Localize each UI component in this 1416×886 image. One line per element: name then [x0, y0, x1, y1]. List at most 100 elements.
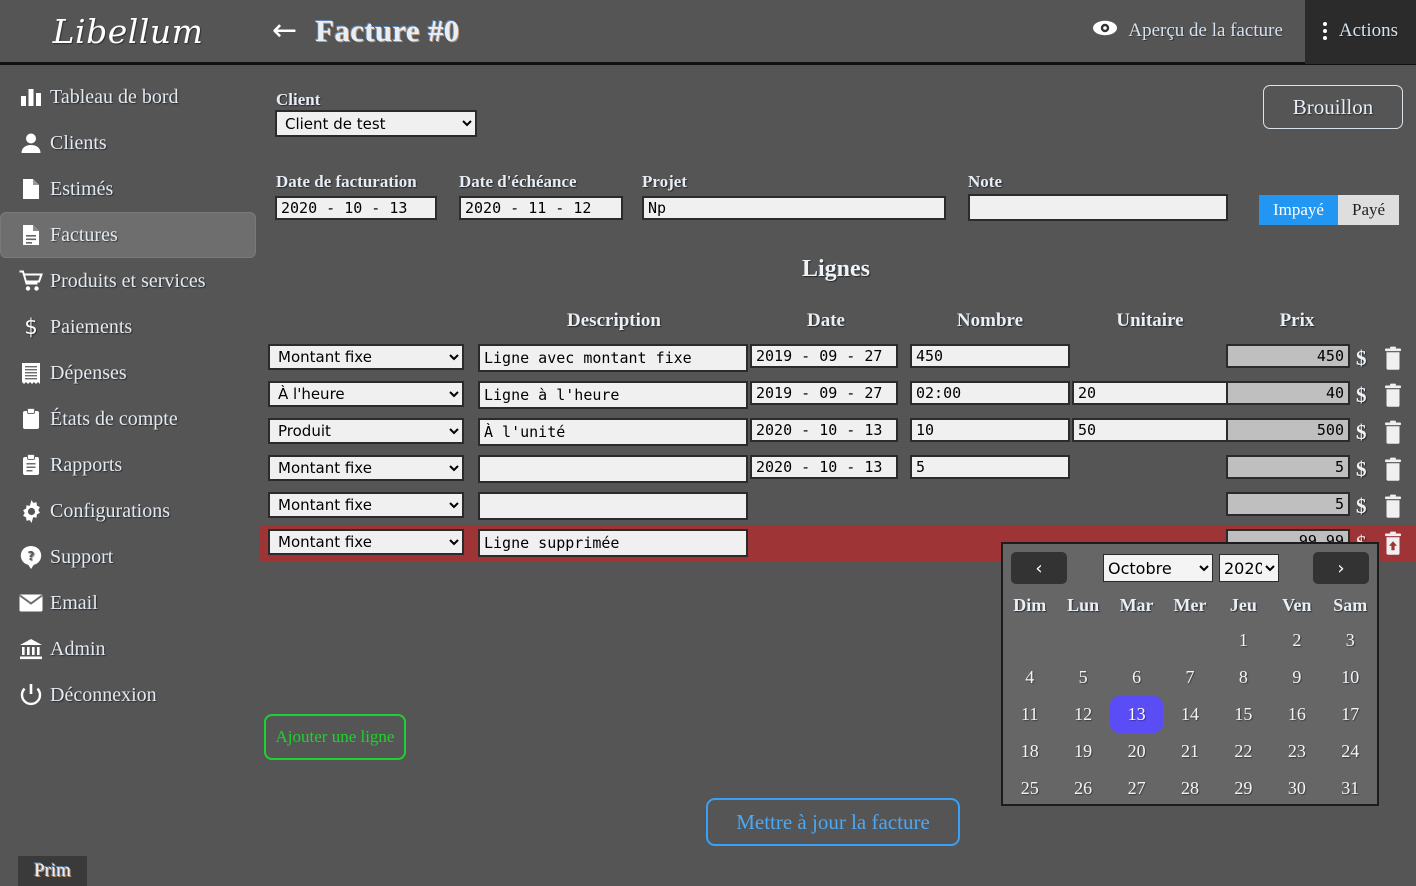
sidebar-item-paiements[interactable]: $Paiements [0, 304, 256, 350]
line-quantity-input[interactable] [910, 418, 1070, 442]
delete-line-icon[interactable] [1380, 457, 1406, 483]
line-date-input[interactable] [750, 381, 898, 405]
day-cell[interactable]: 7 [1163, 659, 1216, 696]
sidebar-item-label: Clients [50, 132, 107, 155]
due-date-input[interactable] [459, 196, 623, 220]
day-cell[interactable]: 22 [1217, 733, 1270, 770]
note-textarea[interactable] [968, 194, 1228, 221]
actions-button[interactable]: Actions [1305, 0, 1416, 64]
day-cell[interactable]: 11 [1003, 696, 1056, 733]
line-quantity-input[interactable] [910, 455, 1070, 479]
top-bar: Libellum ← Facture #0 Aperçu de la factu… [0, 0, 1416, 65]
preview-invoice-button[interactable]: Aperçu de la facture [1078, 0, 1305, 64]
day-name-row: DimLunMarMerJeuVenSam [1003, 592, 1377, 622]
line-unit-price-input[interactable] [1072, 418, 1232, 442]
sidebar-item-rapports[interactable]: Rapports [0, 442, 256, 488]
day-cell[interactable]: 17 [1324, 696, 1377, 733]
day-cell[interactable]: 12 [1056, 696, 1109, 733]
day-cell[interactable]: 19 [1056, 733, 1109, 770]
month-select[interactable]: JanvierFévrierMarsAvrilMaiJuinJuilletAoû… [1103, 554, 1213, 582]
sidebar-item-estim-s[interactable]: Estimés [0, 166, 256, 212]
day-cell[interactable]: 23 [1270, 733, 1323, 770]
sidebar-item-tats-de-compte[interactable]: États de compte [0, 396, 256, 442]
line-date-input[interactable] [750, 455, 898, 479]
day-cell[interactable]: 27 [1110, 770, 1163, 807]
day-cell[interactable]: 24 [1324, 733, 1377, 770]
line-type-select[interactable]: Montant fixeÀ l'heureProduit [268, 381, 464, 407]
delete-line-icon[interactable] [1380, 346, 1406, 372]
line-description-input[interactable]: À l'unité [478, 418, 748, 446]
day-cell[interactable]: 16 [1270, 696, 1323, 733]
due-date-label: Date d'échéance [459, 172, 577, 192]
delete-line-icon[interactable] [1380, 420, 1406, 446]
day-cell[interactable]: 6 [1110, 659, 1163, 696]
client-select[interactable]: Client de test [275, 110, 477, 137]
sidebar-item-admin[interactable]: Admin [0, 626, 256, 672]
year-select[interactable]: 20182019202020212022 [1219, 554, 1279, 582]
delete-line-icon[interactable] [1380, 383, 1406, 409]
day-cell[interactable]: 8 [1217, 659, 1270, 696]
sidebar-item-configurations[interactable]: Configurations [0, 488, 256, 534]
paid-toggle-button[interactable]: Payé [1338, 195, 1399, 225]
sidebar-item-clients[interactable]: Clients [0, 120, 256, 166]
day-cell[interactable]: 15 [1217, 696, 1270, 733]
sidebar-item-label: Support [50, 546, 113, 569]
line-type-select[interactable]: Montant fixeÀ l'heureProduit [268, 418, 464, 444]
day-cell[interactable]: 30 [1270, 770, 1323, 807]
line-description-input[interactable]: Ligne avec montant fixe [478, 344, 748, 372]
sidebar-item-tableau-de-bord[interactable]: Tableau de bord [0, 74, 256, 120]
line-type-select[interactable]: Montant fixeÀ l'heureProduit [268, 529, 464, 555]
line-description-input[interactable]: Ligne à l'heure [478, 381, 748, 409]
day-cell[interactable]: 9 [1270, 659, 1323, 696]
line-type-select[interactable]: Montant fixeÀ l'heureProduit [268, 492, 464, 518]
day-cell[interactable]: 26 [1056, 770, 1109, 807]
sidebar-item-email[interactable]: Email [0, 580, 256, 626]
invoice-date-input[interactable] [275, 196, 437, 220]
add-line-button[interactable]: Ajouter une ligne [264, 714, 406, 760]
sidebar-item-d-connexion[interactable]: Déconnexion [0, 672, 256, 718]
prim-button[interactable]: Prim [18, 856, 87, 886]
sidebar-item-d-penses[interactable]: Dépenses [0, 350, 256, 396]
day-cell[interactable]: 28 [1163, 770, 1216, 807]
day-cell[interactable]: 2 [1270, 622, 1323, 659]
day-cell[interactable]: 20 [1110, 733, 1163, 770]
sidebar-item-produits-et-services[interactable]: Produits et services [0, 258, 256, 304]
back-arrow-icon[interactable]: ← [272, 16, 297, 46]
delete-line-icon[interactable] [1380, 494, 1406, 520]
day-cell[interactable]: 5 [1056, 659, 1109, 696]
line-quantity-input[interactable] [910, 344, 1070, 368]
report-icon [14, 454, 48, 476]
line-description-input[interactable] [478, 455, 748, 483]
line-type-select[interactable]: Montant fixeÀ l'heureProduit [268, 455, 464, 481]
day-cell[interactable]: 21 [1163, 733, 1216, 770]
day-cell[interactable]: 1 [1217, 622, 1270, 659]
day-cell[interactable]: 10 [1324, 659, 1377, 696]
line-description-input[interactable] [478, 492, 748, 520]
update-invoice-button[interactable]: Mettre à jour la facture [706, 798, 960, 846]
next-month-button[interactable]: › [1313, 552, 1369, 584]
line-price-value [1226, 455, 1350, 479]
day-cell[interactable]: 14 [1163, 696, 1216, 733]
sidebar-item-support[interactable]: ?Support [0, 534, 256, 580]
status-draft-button[interactable]: Brouillon [1263, 85, 1403, 129]
currency-symbol: $ [1356, 494, 1367, 519]
day-cell[interactable]: 31 [1324, 770, 1377, 807]
day-cell[interactable]: 25 [1003, 770, 1056, 807]
unpaid-toggle-button[interactable]: Impayé [1259, 195, 1338, 225]
day-cell[interactable]: 4 [1003, 659, 1056, 696]
day-cell[interactable]: 29 [1217, 770, 1270, 807]
line-quantity-input[interactable] [910, 381, 1070, 405]
line-date-input[interactable] [750, 418, 898, 442]
line-date-input[interactable] [750, 344, 898, 368]
line-type-select[interactable]: Montant fixeÀ l'heureProduit [268, 344, 464, 370]
day-cell[interactable]: 18 [1003, 733, 1056, 770]
column-header-date: Date [754, 310, 898, 332]
day-cell[interactable]: 3 [1324, 622, 1377, 659]
line-description-input[interactable]: Ligne supprimée [478, 529, 748, 557]
sidebar-item-factures[interactable]: Factures [0, 212, 256, 258]
project-input[interactable] [642, 196, 946, 220]
prev-month-button[interactable]: ‹ [1011, 552, 1067, 584]
restore-line-icon[interactable] [1380, 531, 1406, 557]
day-cell-selected[interactable]: 13 [1110, 696, 1163, 733]
line-unit-price-input[interactable] [1072, 381, 1232, 405]
